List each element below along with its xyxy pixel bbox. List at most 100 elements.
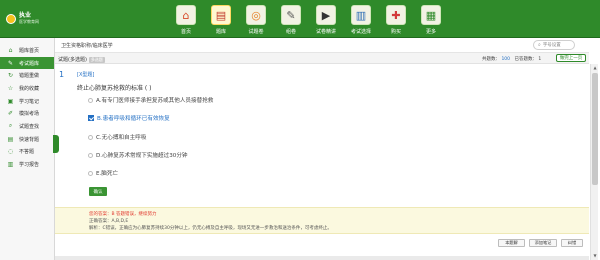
circle-icon: ◌: [7, 148, 14, 156]
sidebar-item-label: 错题重做: [19, 73, 40, 80]
home-icon: ⌂: [176, 5, 196, 25]
gift-icon: ✚: [386, 5, 406, 25]
scroll-thumb[interactable]: [592, 73, 598, 185]
correct-answer: 正确答案：A,B,D,E: [89, 219, 129, 224]
your-answer: 您的答案：B 答题错误，继续努力: [89, 212, 157, 217]
question-header: 试题(多选题) 多选题 共题数： 100 已答题数： 1 做完上一页: [55, 53, 589, 64]
question-stem: 终止心肺复苏抢救的标准 ( ): [77, 85, 152, 92]
sidebar-item-label: 我的收藏: [19, 85, 40, 92]
radio-icon[interactable]: [88, 152, 93, 158]
option-label: A.有专门医师接手承担复苏或其他人员接替抢救: [96, 98, 214, 104]
target-icon: ◎: [246, 5, 266, 25]
sidebar-item-home[interactable]: ⌂ 题库首页: [0, 44, 54, 57]
top-header: 执业 医学教育网 ⌂ 首页 ▤ 题库 ◎ 试题卷 ✎ 组卷 ▶ 试卷精讲 ▥ 考…: [0, 0, 600, 38]
scrollbar[interactable]: ▲ ▼: [590, 64, 598, 260]
radio-icon[interactable]: [88, 134, 93, 140]
pen-icon: ✐: [7, 110, 14, 118]
answer-analysis: 解析：C错误，正确应为心肺复苏持续30分钟以上，仍无心搏及自主呼吸，现场又无进一…: [89, 226, 332, 231]
report-error-button[interactable]: 纠错: [561, 239, 583, 247]
font-size-label: 字号设置: [542, 43, 561, 48]
sidebar-item-exam-bank[interactable]: ✎ 考试题库: [0, 56, 54, 70]
logo-text: 执业: [19, 12, 32, 19]
grid-icon: ▦: [421, 5, 441, 25]
answer-panel: 您的答案：B 答题错误，继续努力 正确答案：A,B,D,E 解析：C错误，正确应…: [55, 207, 589, 234]
checkbox-checked-icon[interactable]: [88, 115, 94, 121]
explain-button[interactable]: 本题解: [498, 239, 525, 247]
topnav-lecture[interactable]: ▶ 试卷精讲: [313, 5, 339, 35]
star-icon: ☆: [7, 84, 14, 92]
logo[interactable]: 执业 医学教育网: [6, 12, 39, 25]
add-note-button[interactable]: 添加笔记: [529, 239, 557, 247]
sidebar-item-unanswered[interactable]: ◌ 不答题: [0, 146, 54, 159]
topnav-bank[interactable]: ▤ 题库: [208, 5, 234, 35]
radio-icon[interactable]: [88, 170, 93, 176]
option-label: C.无心搏和自主呼吸: [96, 135, 147, 141]
sidebar-item-mock-exam[interactable]: ✐ 模拟考场: [0, 107, 54, 120]
topnav-label: 组卷: [285, 29, 296, 35]
font-size-setting[interactable]: ⌕ 字号设置: [533, 40, 575, 50]
main-content: 卫生资格职称/临床医学 ⌕ 字号设置 试题(多选题) 多选题 共题数： 100 …: [55, 38, 600, 260]
done-label: 已答题数：: [514, 57, 537, 62]
topnav-label: 试卷精讲: [315, 29, 336, 35]
sidebar-item-label: 考试题库: [19, 60, 40, 67]
total-label: 共题数：: [482, 57, 500, 62]
radio-icon[interactable]: [88, 97, 93, 103]
video-icon: ▶: [316, 5, 336, 25]
option-label: E.脑死亡: [96, 171, 119, 177]
top-nav: ⌂ 首页 ▤ 题库 ◎ 试题卷 ✎ 组卷 ▶ 试卷精讲 ▥ 考试选择 ✚ 购买 …: [173, 5, 444, 35]
question-header-title: 试题(多选题) 多选题: [58, 56, 105, 63]
footer-bar: [55, 256, 589, 260]
sidebar-item-redo[interactable]: ↻ 错题重做: [0, 69, 54, 82]
logo-icon: [6, 13, 16, 24]
sidebar-item-label: 快速背题: [19, 136, 40, 143]
logo-subtitle: 医学教育网: [19, 19, 39, 24]
topnav-label: 考试选择: [350, 29, 371, 35]
option-label: D.心肺复苏术常规下实施超过30分钟: [96, 153, 188, 159]
topnav-label: 购买: [390, 29, 401, 35]
prev-page-button[interactable]: 做完上一页: [556, 54, 586, 62]
pencil-icon: ✎: [281, 5, 301, 25]
report-icon: ▥: [7, 161, 14, 169]
note-icon: ▣: [7, 97, 14, 105]
option-a[interactable]: A.有专门医师接手承担复苏或其他人员接替抢救: [88, 96, 213, 104]
breadcrumb: 卫生资格职称/临床医学: [61, 43, 113, 49]
redo-icon: ↻: [7, 72, 14, 80]
home-icon: ⌂: [8, 46, 13, 54]
sidebar-item-label: 试题查找: [19, 123, 40, 130]
confirm-button[interactable]: 确认: [89, 187, 107, 196]
scroll-down-icon[interactable]: ▼: [592, 253, 598, 259]
topnav-select[interactable]: ▥ 考试选择: [348, 5, 374, 35]
question-number: 1: [59, 70, 65, 79]
question-type-title: 试题(多选题): [58, 57, 87, 63]
option-label: B.患者呼吸和循环已有效恢复: [97, 116, 170, 122]
topnav-compose[interactable]: ✎ 组卷: [278, 5, 304, 35]
sidebar-item-search[interactable]: ⌕ 试题查找: [0, 120, 54, 133]
search-icon: ⌕: [538, 42, 541, 48]
question-type-tag: [X型题]: [77, 72, 95, 78]
question-count: 共题数： 100 已答题数： 1: [482, 56, 541, 62]
topnav-paper[interactable]: ◎ 试题卷: [243, 5, 269, 35]
total-value: 100: [501, 57, 511, 62]
topnav-label: 试题卷: [248, 29, 264, 35]
option-b[interactable]: B.患者呼吸和循环已有效恢复: [88, 114, 170, 122]
sidebar: ⌂ 题库首页 ✎ 考试题库 ↻ 错题重做 ☆ 我的收藏 ▣ 学习笔记 ✐ 模拟考…: [0, 38, 59, 260]
topnav-home[interactable]: ⌂ 首页: [173, 5, 199, 35]
topnav-buy[interactable]: ✚ 购买: [383, 5, 409, 35]
option-d[interactable]: D.心肺复苏术常规下实施超过30分钟: [88, 151, 188, 159]
option-c[interactable]: C.无心搏和自主呼吸: [88, 133, 146, 141]
sidebar-item-notes[interactable]: ▣ 学习笔记: [0, 95, 54, 108]
sidebar-item-favorites[interactable]: ☆ 我的收藏: [0, 82, 54, 95]
bank-icon: ▤: [211, 5, 231, 25]
topnav-more[interactable]: ▦ 更多: [418, 5, 444, 35]
option-e[interactable]: E.脑死亡: [88, 169, 118, 177]
sidebar-item-quick-review[interactable]: ▤ 快速背题: [0, 133, 54, 146]
sidebar-item-label: 不答题: [19, 149, 35, 156]
search-icon: ⌕: [8, 122, 13, 130]
topnav-label: 题库: [215, 29, 226, 35]
sidebar-item-report[interactable]: ▥ 学习报告: [0, 158, 54, 171]
exam-icon: ✎: [7, 59, 14, 67]
topnav-label: 首页: [180, 29, 191, 35]
scroll-up-icon[interactable]: ▲: [592, 65, 598, 71]
done-value: 1: [538, 57, 542, 62]
question-type-badge: 多选题: [88, 56, 105, 63]
